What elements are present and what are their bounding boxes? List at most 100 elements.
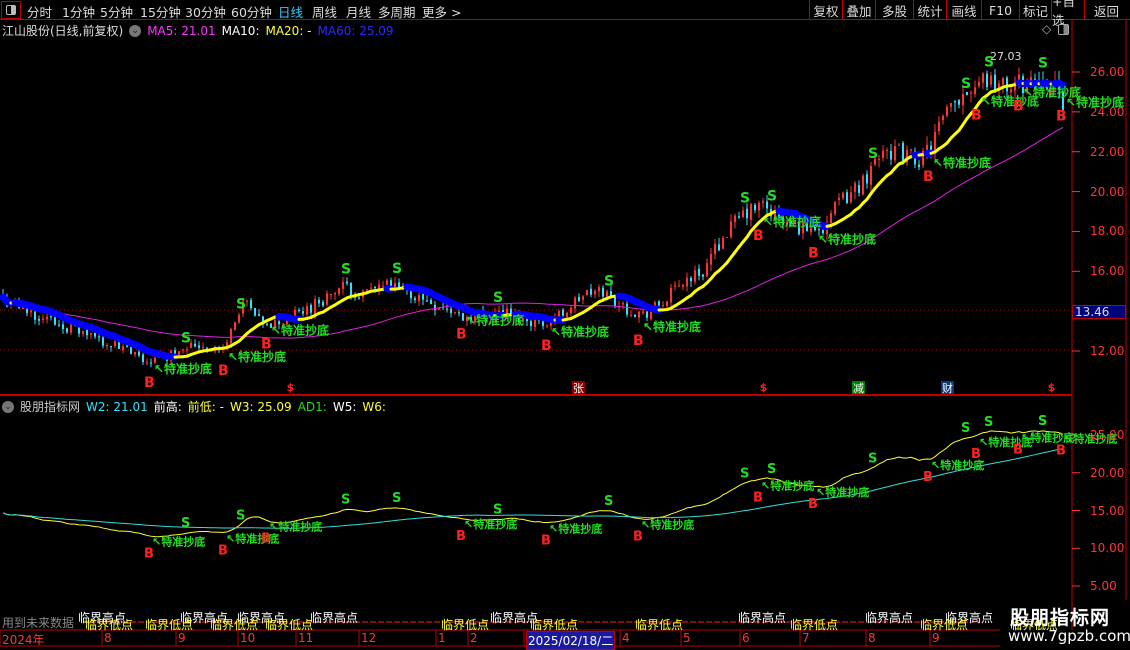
candle-body: [590, 288, 592, 295]
candle-body: [954, 101, 956, 103]
buy-signal: B: [261, 336, 272, 352]
candle-body: [690, 277, 692, 282]
indicator-bottom-fishing-label: ↖特准抄底: [761, 478, 814, 492]
event-marker[interactable]: $: [1045, 381, 1058, 394]
date-label: 2024年: [2, 633, 45, 647]
buy-signal: B: [541, 338, 552, 354]
sell-signal: S: [767, 189, 777, 205]
watermark-url: www.7gpzb.com: [1008, 627, 1130, 645]
bottom-fishing-label: ↖特准抄底: [466, 313, 524, 328]
candle-body: [1002, 78, 1004, 85]
candle-body: [110, 346, 112, 348]
candle-body: [462, 313, 464, 321]
critical-high-label: 临界高点: [738, 611, 787, 625]
critical-high-label: 临界高点: [865, 611, 914, 625]
date-label: 7: [802, 631, 810, 645]
indicator-bottom-fishing-label: ↖特准抄底: [816, 485, 869, 499]
max-price-label: 27.03: [990, 50, 1022, 63]
bottom-fishing-label: ↖特准抄底: [154, 361, 212, 376]
candle-body: [562, 309, 564, 316]
candle-body: [862, 175, 864, 195]
buy-signal: B: [753, 228, 764, 244]
critical-low-label: 临界低点: [920, 618, 969, 632]
candle-body: [974, 87, 976, 95]
indicator-sell-signal: S: [740, 467, 749, 482]
indicator-tick: 15.00: [1090, 503, 1125, 518]
date-label: 5: [683, 631, 691, 645]
candle-body: [310, 304, 312, 313]
sell-signal: S: [1038, 55, 1048, 71]
candle-body: [326, 293, 328, 305]
candle-body: [1018, 74, 1020, 81]
indicator-bottom-fishing-label: ↖特准抄底: [269, 520, 322, 534]
candle-body: [642, 311, 644, 313]
event-marker[interactable]: 财: [941, 381, 954, 395]
date-label: 11: [298, 631, 314, 645]
candle-body: [966, 91, 968, 96]
indicator-sell-signal: S: [984, 415, 993, 430]
candle-body: [838, 197, 840, 200]
buy-signal: B: [1056, 109, 1067, 125]
date-label: 9: [932, 631, 940, 645]
candle-body: [842, 192, 844, 199]
candle-body: [130, 347, 132, 354]
candle-body: [426, 300, 428, 302]
indicator-sell-signal: S: [341, 492, 350, 507]
candle-body: [846, 192, 848, 204]
candle-body: [894, 145, 896, 161]
candle-body: [202, 347, 204, 349]
indicator-buy-signal: B: [456, 529, 466, 544]
indicator-sell-signal: S: [392, 491, 401, 506]
chart-canvas[interactable]: 27.03B↖特准抄底B↖特准抄底B↖特准抄底B↖特准抄底B↖特准抄底B↖特准抄…: [0, 0, 1130, 650]
candle-body: [722, 237, 724, 249]
date-label: 4: [622, 631, 630, 645]
candle-body: [890, 150, 892, 160]
candle-body: [298, 309, 300, 311]
candle-body: [982, 73, 984, 83]
candle-body: [138, 351, 140, 356]
candle-body: [118, 341, 120, 349]
candle-body: [422, 294, 424, 300]
sell-signal: S: [181, 330, 191, 346]
event-marker[interactable]: 减: [852, 381, 865, 395]
candle-body: [662, 304, 664, 306]
buy-signal: B: [971, 107, 982, 123]
candle-body: [458, 312, 460, 314]
indicator-slow-line: [2, 447, 1064, 529]
candle-body: [318, 299, 320, 304]
candle-body: [386, 280, 388, 285]
indicator-tick: 5.00: [1090, 579, 1117, 593]
candle-body: [234, 322, 236, 331]
candle-body: [314, 299, 316, 314]
candle-body: [658, 301, 660, 306]
bottom-fishing-label: ↖特准抄底: [933, 155, 991, 170]
indicator-sell-signal: S: [493, 502, 502, 517]
candle-body: [898, 144, 900, 146]
candle-body: [910, 149, 912, 151]
event-marker[interactable]: 张: [572, 381, 585, 395]
candle-body: [374, 286, 376, 289]
candle-body: [630, 314, 632, 316]
candle-body: [182, 349, 184, 351]
sell-signal: S: [341, 261, 351, 277]
candle-body: [62, 324, 64, 329]
candle-body: [834, 201, 836, 215]
event-marker[interactable]: $: [284, 381, 297, 394]
candle-body: [646, 311, 648, 318]
candle-body: [918, 164, 920, 168]
candle-body: [66, 328, 68, 333]
candle-body: [582, 296, 584, 300]
candle-body: [638, 311, 640, 318]
candle-body: [730, 221, 732, 237]
candle-body: [194, 343, 196, 347]
candle-body: [102, 337, 104, 346]
bottom-fishing-label: ↖特准抄底: [551, 324, 609, 339]
candle-body: [674, 285, 676, 287]
candle-body: [82, 330, 84, 334]
candle-body: [198, 345, 200, 348]
candle-body: [606, 291, 608, 297]
candle-body: [666, 301, 668, 307]
candle-body: [718, 244, 720, 251]
candle-body: [146, 362, 148, 364]
event-marker[interactable]: $: [757, 381, 770, 394]
